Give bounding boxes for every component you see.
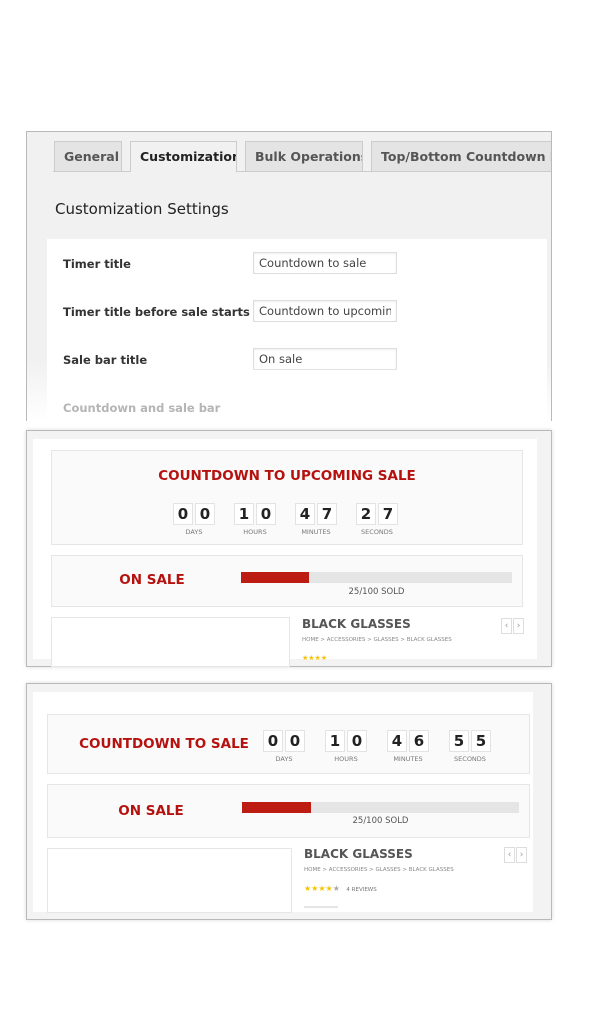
countdown-digit: 5 — [471, 730, 491, 752]
countdown-digit: 0 — [285, 730, 305, 752]
sold-progress-bar — [241, 572, 512, 583]
countdown-digit: 0 — [195, 503, 215, 525]
tab-divider — [53, 171, 551, 172]
countdown-unit-label: SECONDS — [454, 755, 486, 763]
sale-bar-box: ON SALE 25/100 SOLD — [47, 784, 530, 838]
next-arrow-icon[interactable]: › — [513, 618, 524, 634]
countdown-digit: 4 — [295, 503, 315, 525]
countdown-digit: 2 — [356, 503, 376, 525]
settings-panel: General Customization Bulk Operations To… — [26, 131, 552, 421]
timer-title-before-sale-label: Timer title before sale starts — [63, 305, 250, 319]
countdown-digit: 0 — [263, 730, 283, 752]
countdown-digit: 0 — [347, 730, 367, 752]
rating-stars-icon: ★★★★★ — [304, 884, 340, 893]
timer-title-label: Timer title — [63, 257, 131, 271]
section-heading: Customization Settings — [55, 200, 229, 218]
timer-title-before-sale-input[interactable] — [253, 300, 397, 322]
rating: ★★★★★ 4 REVIEWS — [304, 884, 377, 893]
tab-general[interactable]: General — [54, 141, 122, 171]
prev-arrow-icon[interactable]: ‹ — [504, 847, 515, 863]
countdown-unit-label: DAYS — [275, 755, 293, 763]
countdown-unit-label: DAYS — [185, 528, 203, 536]
reviews-link[interactable]: 4 REVIEWS — [346, 887, 376, 893]
tab-top-bottom-countdown-bar[interactable]: Top/Bottom Countdown bar — [371, 141, 551, 171]
sold-text: 25/100 SOLD — [352, 816, 409, 826]
product-image — [47, 848, 292, 913]
sold-progress-fill — [241, 572, 309, 583]
preview-upcoming-panel: COUNTDOWN TO UPCOMING SALE 0 0 DAYS 1 0 HOURS… — [26, 430, 552, 667]
product-title: BLACK GLASSES — [302, 617, 411, 631]
product-title: BLACK GLASSES — [304, 847, 413, 861]
countdown-digit: 5 — [449, 730, 469, 752]
breadcrumb[interactable]: HOME > ACCESSORIES > GLASSES > BLACK GLA… — [302, 637, 452, 643]
countdown-box: COUNTDOWN TO UPCOMING SALE 0 0 DAYS 1 0 HOURS… — [51, 450, 523, 545]
prev-arrow-icon[interactable]: ‹ — [501, 618, 512, 634]
sale-title: ON SALE — [119, 572, 185, 588]
countdown-digit: 1 — [234, 503, 254, 525]
countdown-title: COUNTDOWN TO SALE — [79, 736, 249, 752]
divider — [304, 906, 338, 908]
countdown-digit: 7 — [378, 503, 398, 525]
countdown-title: COUNTDOWN TO UPCOMING SALE — [158, 468, 416, 484]
tab-customization[interactable]: Customization — [130, 141, 237, 172]
tab-bulk-operations[interactable]: Bulk Operations — [245, 141, 363, 171]
next-arrow-icon[interactable]: › — [516, 847, 527, 863]
sale-bar-box: ON SALE 25/100 SOLD — [51, 555, 523, 607]
countdown-unit-label: SECONDS — [361, 528, 393, 536]
countdown-unit-label: MINUTES — [301, 528, 331, 536]
countdown-digit: 4 — [387, 730, 407, 752]
rating-stars-icon: ★★★★ — [302, 654, 328, 662]
countdown-digit: 1 — [325, 730, 345, 752]
sale-title: ON SALE — [118, 803, 184, 819]
sold-progress-bar — [242, 802, 519, 813]
countdown-sale-bar-label: Countdown and sale bar — [63, 401, 221, 415]
preview-sale-panel: COUNTDOWN TO SALE 0 0 DAYS 1 0 HOURS 4 6 MINUTES… — [26, 683, 552, 920]
countdown-unit-label: HOURS — [243, 528, 267, 536]
countdown-digit: 0 — [256, 503, 276, 525]
countdown-digit: 6 — [409, 730, 429, 752]
countdown-unit-label: MINUTES — [393, 755, 423, 763]
product-image — [51, 617, 290, 667]
countdown-unit-label: HOURS — [334, 755, 358, 763]
timer-title-input[interactable] — [253, 252, 397, 274]
sold-progress-fill — [242, 802, 312, 813]
countdown-digit: 7 — [317, 503, 337, 525]
countdown-digit: 0 — [173, 503, 193, 525]
breadcrumb[interactable]: HOME > ACCESSORIES > GLASSES > BLACK GLA… — [304, 867, 454, 873]
sold-text: 25/100 SOLD — [348, 587, 405, 597]
countdown-box: COUNTDOWN TO SALE 0 0 DAYS 1 0 HOURS 4 6 MINUTES… — [47, 714, 530, 774]
